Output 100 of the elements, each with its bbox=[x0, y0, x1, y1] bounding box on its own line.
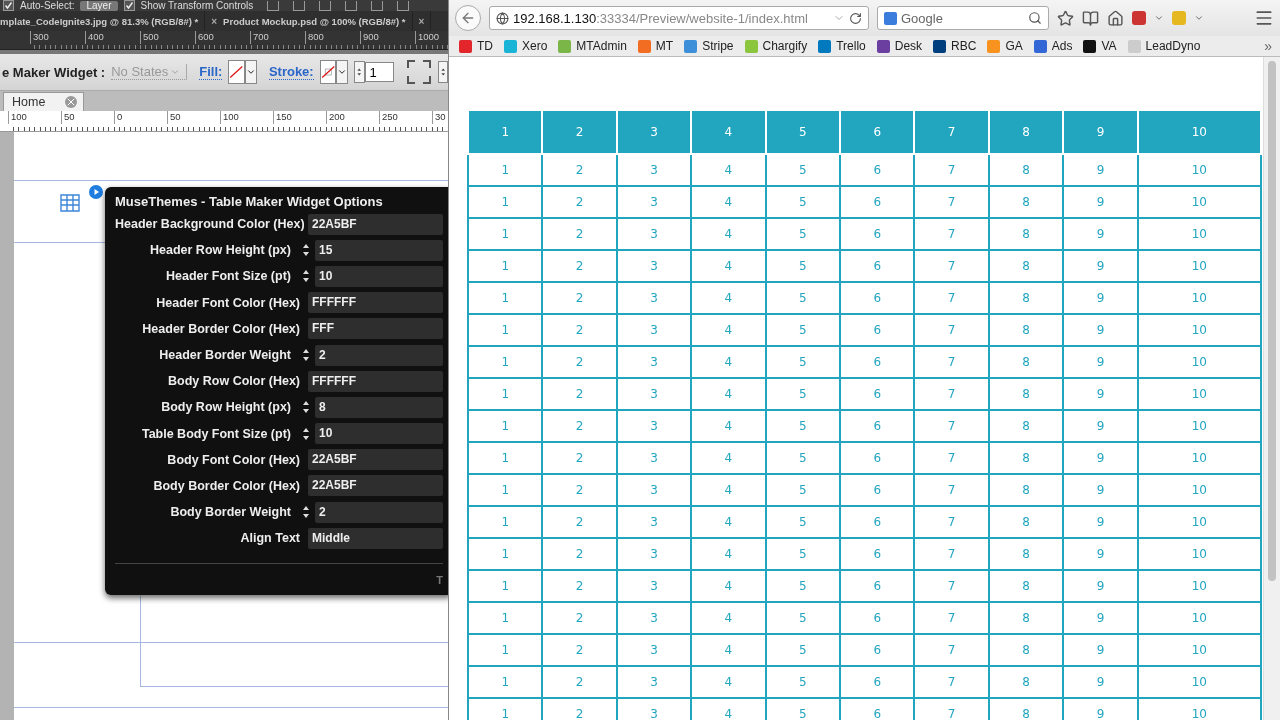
bookmark-link[interactable]: Stripe bbox=[684, 39, 734, 53]
bookmark-link[interactable]: LeadDyno bbox=[1127, 39, 1201, 53]
table-cell: 3 bbox=[616, 506, 692, 538]
star-icon[interactable] bbox=[1057, 9, 1074, 27]
table-cell: 7 bbox=[914, 346, 989, 378]
header-cell: 6 bbox=[840, 111, 915, 154]
table-cell: 10 bbox=[1137, 346, 1261, 378]
table-cell: 4 bbox=[691, 410, 766, 442]
scroll-thumb[interactable] bbox=[1268, 61, 1276, 581]
fill-label[interactable]: Fill: bbox=[199, 64, 223, 80]
table-cell: 6 bbox=[840, 282, 915, 314]
stroke-label[interactable]: Stroke: bbox=[268, 64, 314, 80]
bookmark-link[interactable]: MTAdmin bbox=[558, 39, 627, 53]
table-cell: 3 bbox=[616, 346, 692, 378]
stroke-weight-field[interactable]: 1 bbox=[364, 62, 394, 82]
table-cell: 5 bbox=[765, 378, 841, 410]
text-field[interactable]: FFFFFF bbox=[308, 292, 443, 314]
dropdown-icon[interactable] bbox=[1194, 13, 1204, 23]
text-field[interactable]: 22A5BF bbox=[308, 475, 443, 497]
bookmark-link[interactable]: RBC bbox=[933, 39, 977, 53]
bookmark-link[interactable]: MT bbox=[637, 39, 674, 53]
search-field[interactable]: Google bbox=[877, 6, 1049, 30]
table-cell: 6 bbox=[840, 314, 915, 346]
table-cell: 4 bbox=[691, 186, 766, 218]
table-cell: 7 bbox=[914, 474, 989, 506]
dropdown-icon[interactable] bbox=[1154, 13, 1164, 23]
ruler-number: 700 bbox=[250, 31, 305, 44]
more-bookmarks-button[interactable]: » bbox=[1264, 38, 1272, 54]
bookmark-link[interactable]: Xero bbox=[504, 39, 548, 53]
reload-icon[interactable] bbox=[849, 11, 862, 25]
number-field[interactable]: 8 bbox=[315, 396, 443, 418]
table-cell: 3 bbox=[616, 378, 692, 410]
table-cell: 9 bbox=[1063, 634, 1138, 666]
table-cell: 5 bbox=[765, 410, 841, 442]
text-field[interactable]: 22A5BF bbox=[308, 213, 443, 235]
table-cell: 3 bbox=[616, 218, 692, 250]
bookmark-link[interactable]: Trello bbox=[818, 39, 866, 53]
number-field[interactable]: 10 bbox=[315, 265, 443, 287]
play-icon[interactable] bbox=[89, 185, 103, 199]
table-cell: 4 bbox=[691, 314, 766, 346]
table-cell: 10 bbox=[1137, 666, 1261, 698]
dialog-title: MuseThemes - Table Maker Widget Options bbox=[115, 194, 384, 209]
checkbox[interactable] bbox=[123, 0, 135, 11]
text-field[interactable]: Middle bbox=[308, 527, 443, 549]
bookmark-link[interactable]: GA bbox=[987, 39, 1023, 53]
bookmark-link[interactable]: TD bbox=[459, 39, 493, 53]
caret-icon bbox=[245, 67, 256, 77]
address-bar[interactable]: 192.168.1.130:33334/Preview/website-1/index.html bbox=[489, 6, 869, 30]
ruler-number: 400 bbox=[85, 31, 140, 44]
close-icon[interactable] bbox=[65, 96, 78, 108]
search-engine-icon[interactable] bbox=[884, 11, 897, 25]
page-tab[interactable]: Home bbox=[3, 92, 85, 111]
stroke-dropdown[interactable] bbox=[336, 60, 349, 84]
ruler-number: 600 bbox=[195, 31, 250, 44]
table-cell: 7 bbox=[914, 538, 989, 570]
corners-icon[interactable] bbox=[405, 59, 432, 85]
bookmark-link[interactable]: Ads bbox=[1033, 39, 1073, 53]
reading-list-icon[interactable] bbox=[1082, 9, 1099, 27]
table-cell: 8 bbox=[988, 602, 1064, 634]
option-label: Body Row Height (px) bbox=[160, 400, 291, 415]
header-cell: 7 bbox=[914, 111, 989, 154]
search-icon[interactable] bbox=[1028, 11, 1042, 25]
stroke-swatch[interactable] bbox=[319, 60, 337, 84]
close-icon[interactable]: × bbox=[211, 15, 218, 27]
bookmark-link[interactable]: Desk bbox=[876, 39, 923, 53]
header-cell: 8 bbox=[988, 111, 1064, 154]
menu-icon[interactable] bbox=[1254, 8, 1274, 28]
ruler-number: 0 bbox=[114, 111, 167, 124]
layer-select[interactable]: Layer bbox=[80, 1, 118, 11]
option-label: Body Row Color (Hex) bbox=[167, 374, 300, 389]
table-cell: 1 bbox=[468, 282, 543, 314]
table-cell: 5 bbox=[765, 666, 841, 698]
table-cell: 9 bbox=[1063, 666, 1138, 698]
caret-icon bbox=[337, 67, 348, 77]
table-cell: 7 bbox=[914, 218, 989, 250]
scrollbar[interactable] bbox=[1263, 57, 1280, 720]
number-field[interactable]: 2 bbox=[315, 344, 443, 366]
table-cell: 2 bbox=[542, 442, 617, 474]
table-cell: 1 bbox=[468, 442, 543, 474]
fill-swatch[interactable] bbox=[228, 60, 245, 84]
text-field[interactable]: 22A5BF bbox=[308, 449, 443, 471]
header-cell: 9 bbox=[1063, 111, 1138, 154]
table-cell: 1 bbox=[468, 602, 543, 634]
number-field[interactable]: 15 bbox=[315, 239, 443, 261]
text-field[interactable]: FFFFFF bbox=[308, 370, 443, 392]
checkbox[interactable] bbox=[3, 0, 14, 11]
bookmark-link[interactable]: VA bbox=[1083, 39, 1117, 53]
number-field[interactable]: 10 bbox=[315, 423, 443, 445]
table-cell: 9 bbox=[1063, 602, 1138, 634]
number-field[interactable]: 2 bbox=[315, 501, 443, 523]
option-label: Table Body Font Size (pt) bbox=[140, 426, 291, 441]
home-icon[interactable] bbox=[1107, 9, 1124, 27]
back-button[interactable] bbox=[455, 5, 481, 31]
table-cell: 8 bbox=[988, 474, 1064, 506]
bookmark-link[interactable]: Chargify bbox=[744, 39, 808, 53]
close-icon[interactable]: × bbox=[418, 15, 425, 27]
text-field[interactable]: FFF bbox=[308, 318, 443, 340]
table-cell: 1 bbox=[468, 314, 543, 346]
table-icon[interactable] bbox=[60, 194, 80, 212]
table-cell: 5 bbox=[765, 282, 841, 314]
